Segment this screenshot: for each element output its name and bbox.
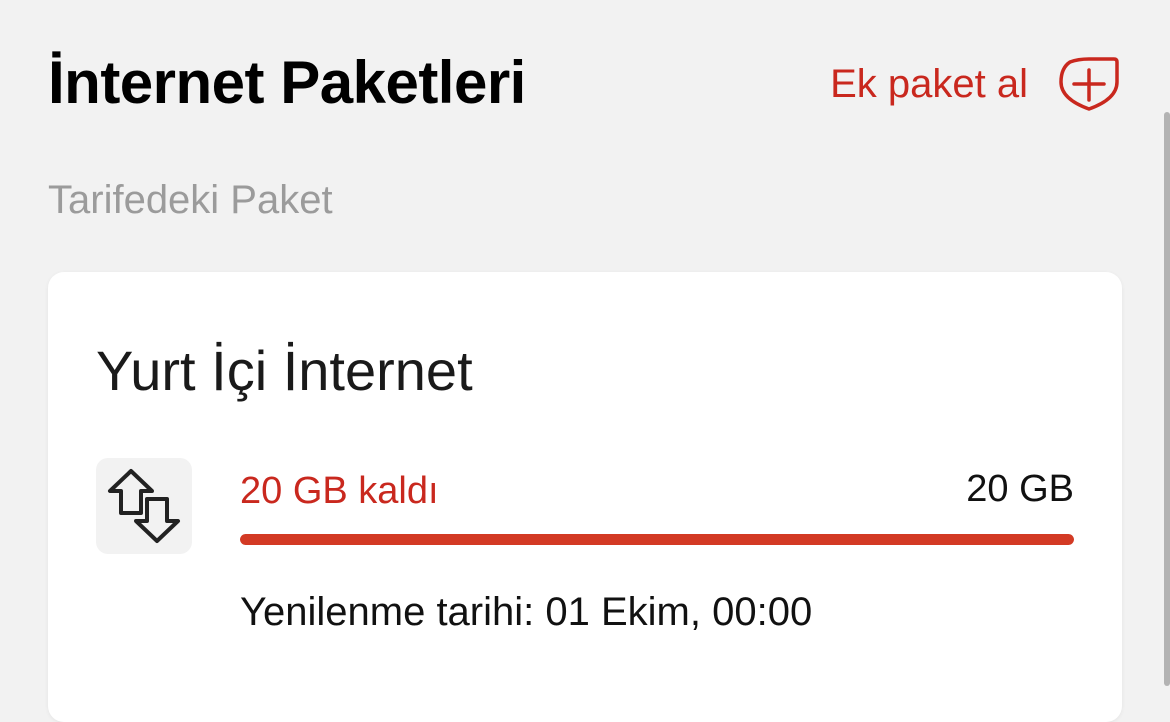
package-title: Yurt İçi İnternet (96, 339, 473, 402)
usage-progress-fill (240, 534, 1074, 545)
scrollbar[interactable] (1164, 112, 1170, 686)
data-transfer-arrows-icon (96, 458, 192, 554)
usage-progress-bar (240, 534, 1074, 545)
page-title: İnternet Paketleri (48, 49, 526, 116)
add-package-label: Ek paket al (830, 61, 1028, 106)
plus-shield-icon (1058, 56, 1120, 112)
section-label: Tarifedeki Paket (48, 178, 333, 222)
total-data-text: 20 GB (966, 468, 1074, 510)
add-package-button[interactable]: Ek paket al (830, 56, 1120, 112)
remaining-data-text: 20 GB kaldı (240, 470, 439, 512)
package-card[interactable]: Yurt İçi İnternet 20 GB kaldı 20 GB Yeni… (48, 272, 1122, 722)
renewal-date-text: Yenilenme tarihi: 01 Ekim, 00:00 (240, 590, 813, 634)
